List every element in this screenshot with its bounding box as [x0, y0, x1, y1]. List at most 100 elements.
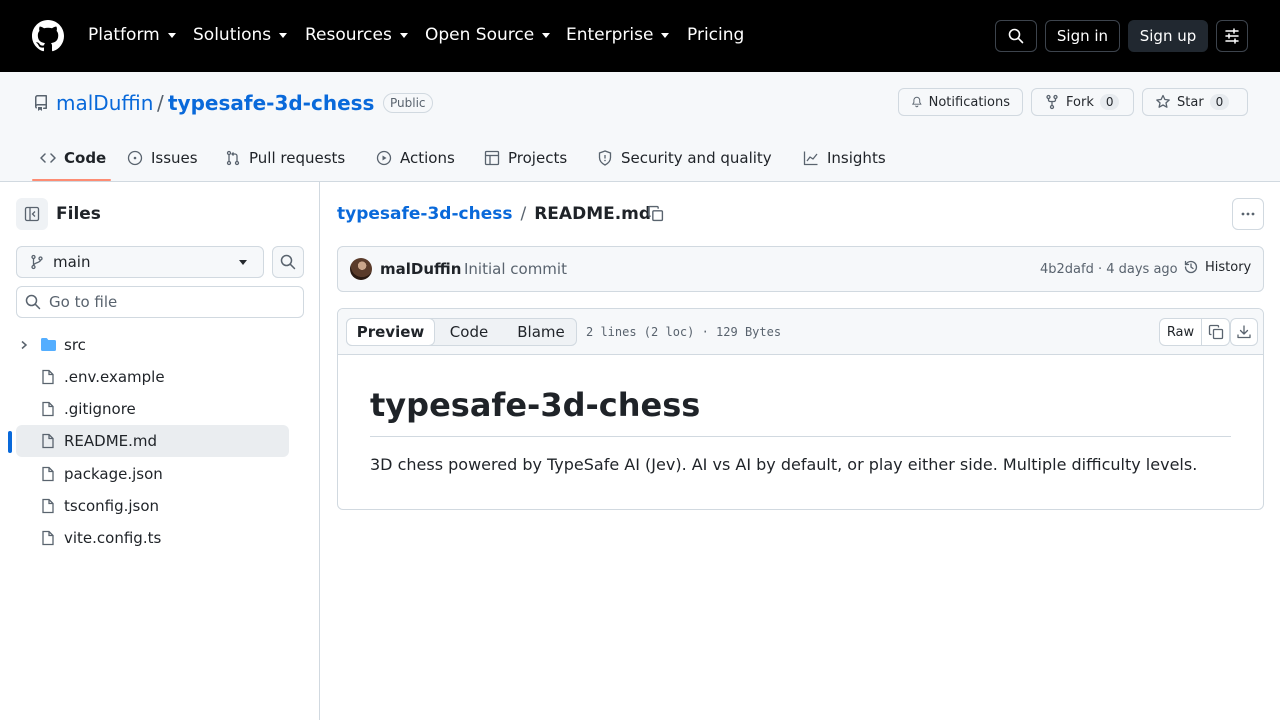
- search-icon: [280, 254, 296, 270]
- tab-code[interactable]: Code: [40, 146, 106, 170]
- nav-enterprise[interactable]: Enterprise: [566, 24, 670, 46]
- github-logo-icon[interactable]: [32, 20, 64, 52]
- nav-open-source[interactable]: Open Source: [425, 24, 551, 46]
- file-icon: [42, 401, 54, 417]
- fork-count: 0: [1099, 94, 1120, 110]
- tree-item-file[interactable]: tsconfig.json: [0, 490, 320, 522]
- star-button[interactable]: Star 0: [1142, 88, 1248, 116]
- fork-icon: [1046, 94, 1058, 110]
- more-options-button[interactable]: [1232, 198, 1264, 230]
- chevron-down-icon: [167, 32, 176, 38]
- tree-item-file[interactable]: package.json: [0, 458, 320, 490]
- folder-icon: [41, 338, 56, 351]
- tab-label: Code: [64, 149, 107, 167]
- shield-icon: [598, 150, 612, 166]
- nav-platform[interactable]: Platform: [88, 24, 176, 46]
- kebab-horizontal-icon: [1241, 212, 1255, 216]
- chevron-down-icon: [661, 32, 670, 38]
- tab-issues[interactable]: Issues: [127, 146, 198, 170]
- history-button[interactable]: History: [1183, 259, 1251, 275]
- chevron-down-icon: [542, 32, 551, 38]
- tree-item-file-selected[interactable]: README.md: [0, 425, 320, 457]
- visibility-badge: Public: [383, 93, 433, 113]
- menu-button[interactable]: [1216, 20, 1248, 52]
- code-icon: [40, 153, 56, 163]
- notifications-button[interactable]: Notifications: [898, 88, 1023, 116]
- go-to-file-placeholder: Go to file: [49, 293, 118, 311]
- tab-security[interactable]: Security and quality: [597, 146, 772, 170]
- file-icon: [42, 369, 54, 385]
- copy-raw-button[interactable]: [1202, 318, 1230, 346]
- issue-icon: [127, 150, 143, 166]
- branch-selector[interactable]: main: [16, 246, 264, 278]
- tree-item-file[interactable]: vite.config.ts: [0, 522, 320, 554]
- tree-item-label: vite.config.ts: [64, 529, 162, 547]
- tree-item-file[interactable]: .gitignore: [0, 393, 320, 425]
- copy-icon: [647, 205, 664, 222]
- file-icon: [42, 530, 54, 546]
- tree-item-label: src: [64, 336, 86, 354]
- commit-message[interactable]: Initial commit: [464, 260, 567, 278]
- pull-request-icon: [226, 150, 240, 166]
- tab-insights[interactable]: Insights: [803, 146, 886, 170]
- history-label: History: [1205, 259, 1252, 275]
- file-viewer: Preview Code Blame 2 lines (2 loc) · 129…: [337, 308, 1264, 510]
- repo-name-link[interactable]: typesafe-3d-chess: [168, 91, 374, 115]
- branch-icon: [31, 254, 43, 270]
- tree-item-file[interactable]: .env.example: [0, 361, 320, 393]
- search-button[interactable]: [995, 20, 1037, 52]
- tab-blame[interactable]: Blame: [505, 319, 577, 345]
- star-icon: [1156, 94, 1170, 108]
- repo-owner-link[interactable]: malDuffin: [56, 91, 153, 115]
- selected-indicator: [8, 431, 12, 453]
- tab-label: Security and quality: [621, 149, 772, 167]
- chevron-right-icon[interactable]: [19, 340, 29, 350]
- go-to-file-input[interactable]: Go to file: [16, 286, 304, 318]
- raw-button[interactable]: Raw: [1159, 318, 1202, 346]
- tree-item-label: .gitignore: [64, 400, 136, 418]
- readme-paragraph: 3D chess powered by TypeSafe AI (Jev). A…: [370, 455, 1198, 474]
- search-icon: [25, 294, 41, 310]
- search-icon: [1008, 28, 1024, 44]
- history-icon: [1184, 260, 1198, 274]
- copy-path-button[interactable]: [647, 205, 664, 222]
- nav-resources[interactable]: Resources: [305, 24, 408, 46]
- star-count: 0: [1209, 94, 1230, 110]
- table-icon: [484, 150, 500, 166]
- tab-code-view[interactable]: Code: [435, 319, 503, 345]
- breadcrumb: typesafe-3d-chess / README.md: [337, 203, 651, 225]
- sign-in-button[interactable]: Sign in: [1045, 20, 1120, 52]
- nav-solutions[interactable]: Solutions: [193, 24, 288, 46]
- breadcrumb-repo-link[interactable]: typesafe-3d-chess: [337, 203, 512, 225]
- fork-button[interactable]: Fork 0: [1031, 88, 1134, 116]
- tree-item-label: package.json: [64, 465, 163, 483]
- download-icon: [1237, 325, 1251, 339]
- tab-pull-requests[interactable]: Pull requests: [225, 146, 345, 170]
- selected-tab-underline: [32, 179, 111, 181]
- tab-label: Projects: [508, 149, 568, 167]
- download-button[interactable]: [1230, 318, 1258, 346]
- breadcrumb-separator: /: [520, 204, 527, 224]
- branch-name: main: [53, 253, 91, 271]
- sign-up-button[interactable]: Sign up: [1128, 20, 1208, 52]
- file-info: 2 lines (2 loc) · 129 Bytes: [586, 325, 782, 339]
- tab-preview[interactable]: Preview: [346, 318, 435, 346]
- repo-path-separator: /: [157, 91, 164, 115]
- avatar[interactable]: [350, 258, 372, 280]
- tree-item-folder[interactable]: src: [0, 329, 320, 361]
- tab-label: Actions: [400, 149, 455, 167]
- heading-divider: [370, 436, 1231, 437]
- commit-author[interactable]: malDuffin: [380, 260, 461, 278]
- tab-projects[interactable]: Projects: [484, 146, 567, 170]
- tab-actions[interactable]: Actions: [376, 146, 455, 170]
- collapse-sidebar-button[interactable]: [16, 198, 48, 230]
- breadcrumb-file-name: README.md: [534, 204, 652, 224]
- chevron-down-icon: [279, 32, 288, 38]
- play-icon: [376, 150, 392, 166]
- file-icon: [42, 466, 54, 482]
- star-label: Star: [1177, 94, 1204, 110]
- notifications-label: Notifications: [928, 94, 1010, 110]
- nav-pricing[interactable]: Pricing: [687, 24, 744, 46]
- search-files-button[interactable]: [272, 246, 304, 278]
- commit-meta[interactable]: 4b2dafd · 4 days ago: [1040, 262, 1178, 278]
